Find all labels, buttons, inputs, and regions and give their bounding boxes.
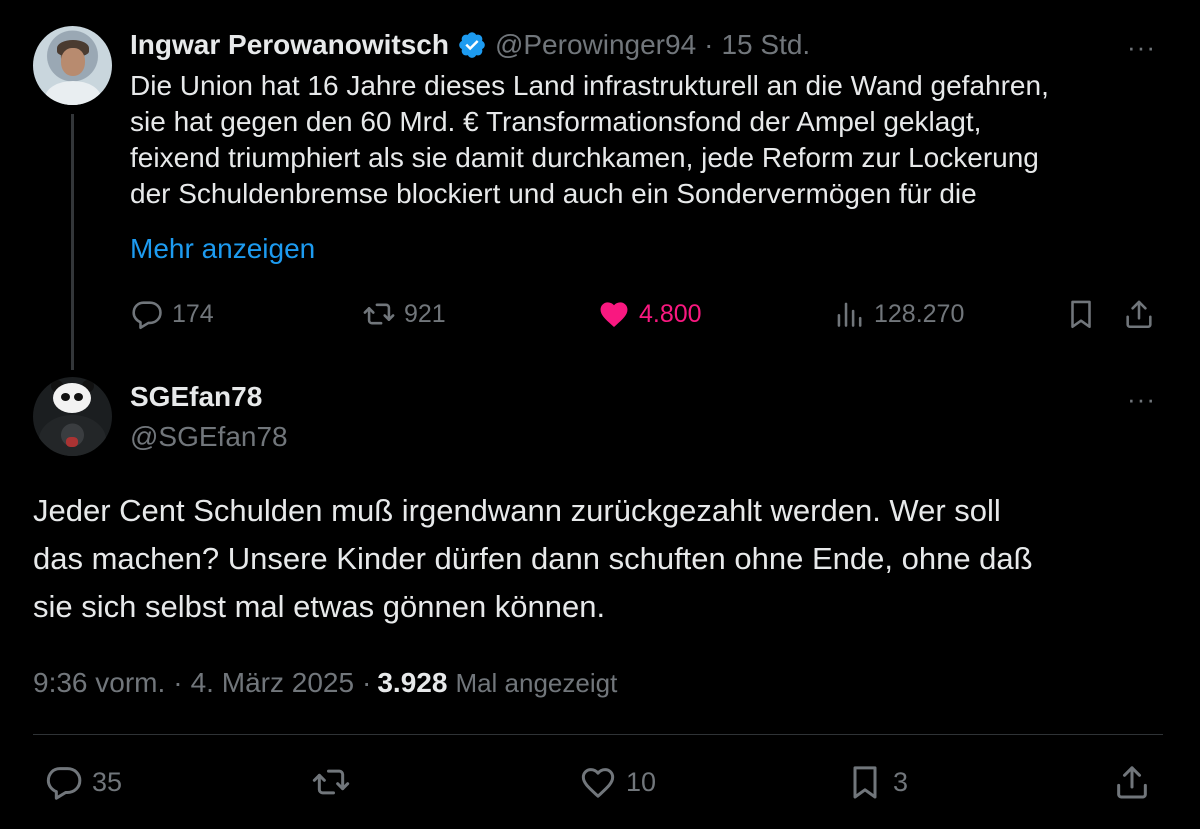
reply-button[interactable]: 174	[130, 297, 214, 331]
text-line: Die Union hat 16 Jahre dieses Land infra…	[130, 70, 1049, 101]
meta-separator: ·	[362, 667, 372, 698]
show-more-link[interactable]: Mehr anzeigen	[130, 231, 315, 267]
repost-count: 921	[404, 299, 446, 328]
views-total: 3.928	[377, 667, 448, 698]
views-button[interactable]: 128.270	[832, 297, 964, 331]
avatar-steering-wheel	[39, 415, 106, 456]
avatar-face	[61, 48, 85, 76]
heart-filled-icon	[597, 297, 631, 331]
avatar-sgefan[interactable]	[33, 377, 112, 456]
avatar-panda-head	[53, 383, 91, 413]
avatar-panda-eye	[74, 393, 83, 401]
thread-connector-line	[71, 114, 74, 370]
text-line: der Schuldenbremse blockiert und auch ei…	[130, 178, 977, 209]
reply-button[interactable]: 35	[44, 762, 122, 802]
bookmark-button[interactable]: 3	[845, 762, 908, 802]
text-line: sie sich selbst mal etwas gönnen können.	[33, 589, 606, 624]
reply-display-name[interactable]: SGEfan78	[130, 378, 262, 416]
avatar-logo	[66, 437, 78, 447]
like-count: 10	[626, 766, 657, 797]
repost-icon	[311, 762, 351, 802]
parent-tweet-header: Ingwar Perowanowitsch @Perowinger94 · 15…	[130, 26, 810, 64]
tweet-time[interactable]: 9:36 vorm.	[33, 667, 165, 699]
parent-display-name[interactable]: Ingwar Perowanowitsch	[130, 29, 449, 61]
bookmark-button[interactable]	[1064, 297, 1098, 331]
text-line: das machen? Unsere Kinder dürfen dann sc…	[33, 541, 1033, 576]
repost-button[interactable]	[311, 762, 351, 802]
analytics-icon	[832, 297, 866, 331]
like-button[interactable]: 4.800	[597, 297, 702, 331]
repost-icon	[362, 297, 396, 331]
heart-icon	[578, 762, 618, 802]
verified-badge-icon	[457, 30, 487, 60]
divider	[33, 734, 1163, 735]
reply-handle[interactable]: @SGEfan78	[130, 418, 288, 456]
parent-time[interactable]: 15 Std.	[721, 29, 810, 61]
text-line: sie hat gegen den 60 Mrd. € Transformati…	[130, 106, 982, 137]
views-count: 128.270	[874, 299, 965, 328]
reply-count: 174	[172, 299, 214, 328]
bookmark-icon	[845, 762, 885, 802]
text-line: feixend triumphiert als sie damit durchk…	[130, 142, 1039, 173]
parent-handle[interactable]: @Perowinger94	[495, 29, 696, 61]
avatar-ingwar[interactable]	[33, 26, 112, 105]
avatar-panda-eye	[61, 393, 70, 401]
reply-tweet-text: Jeder Cent Schulden muß irgendwann zurüc…	[33, 487, 1173, 631]
meta-separator: ·	[173, 667, 183, 698]
reply-more-options-icon[interactable]: ···	[1127, 386, 1156, 412]
reply-icon	[44, 762, 84, 802]
views-label: Mal angezeigt	[455, 667, 618, 698]
avatar-shirt	[45, 81, 101, 105]
parent-more-options-icon[interactable]: ···	[1127, 34, 1156, 60]
tweet-meta: 9:36 vorm. · 4. März 2025 · 3.928 Mal an…	[33, 663, 617, 703]
share-icon	[1122, 297, 1156, 331]
reply-icon	[130, 297, 164, 331]
like-button[interactable]: 10	[578, 762, 656, 802]
parent-tweet-text: Die Union hat 16 Jahre dieses Land infra…	[130, 68, 1160, 212]
share-button[interactable]	[1112, 762, 1152, 802]
share-button[interactable]	[1122, 297, 1156, 331]
share-icon	[1112, 762, 1152, 802]
text-line: Jeder Cent Schulden muß irgendwann zurüc…	[33, 493, 1001, 528]
repost-button[interactable]: 921	[362, 297, 446, 331]
bookmark-icon	[1064, 297, 1098, 331]
tweet-date[interactable]: 4. März 2025	[191, 667, 354, 699]
bookmark-count: 3	[893, 766, 909, 797]
reply-count: 35	[92, 766, 123, 797]
like-count: 4.800	[639, 299, 702, 328]
header-separator: ·	[704, 29, 714, 60]
